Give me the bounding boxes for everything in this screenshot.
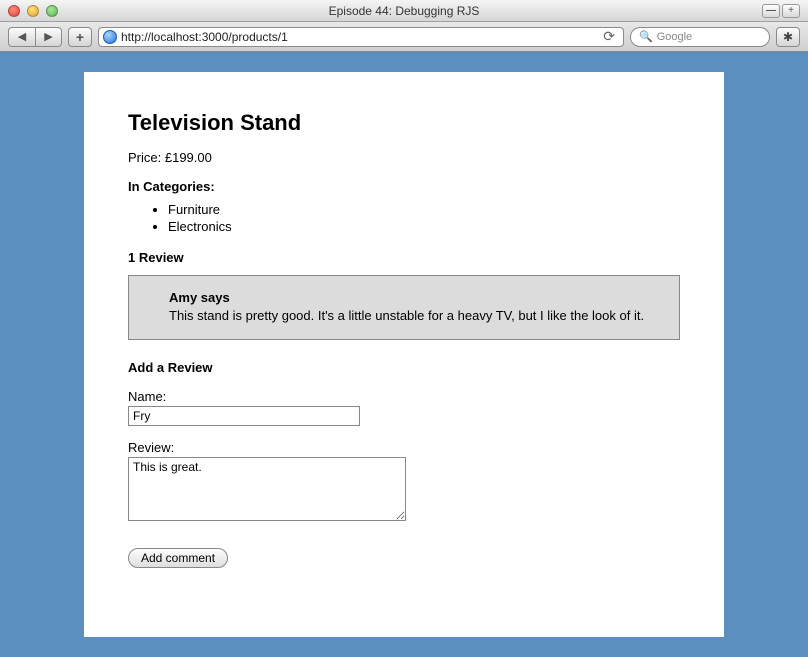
- review-label: Review:: [128, 440, 680, 455]
- url-bar[interactable]: ⟳: [98, 27, 624, 47]
- window-title: Episode 44: Debugging RJS: [0, 4, 808, 18]
- search-bar[interactable]: 🔍 Google: [630, 27, 770, 47]
- name-input[interactable]: [128, 406, 360, 426]
- review-body: This stand is pretty good. It's a little…: [169, 307, 647, 325]
- page-content: Television Stand Price: £199.00 In Categ…: [84, 72, 724, 637]
- review-textarea[interactable]: [128, 457, 406, 521]
- categories-list: Furniture Electronics: [168, 202, 680, 234]
- price-line: Price: £199.00: [128, 150, 680, 165]
- reviews-heading: 1 Review: [128, 250, 680, 265]
- list-item: Electronics: [168, 219, 680, 234]
- forward-icon: ▶: [44, 30, 52, 43]
- search-icon: 🔍: [639, 30, 653, 43]
- name-label: Name:: [128, 389, 680, 404]
- bug-report-button[interactable]: ✱: [776, 27, 800, 47]
- search-placeholder: Google: [657, 31, 692, 43]
- categories-heading: In Categories:: [128, 179, 680, 194]
- add-bookmark-button[interactable]: +: [68, 27, 92, 47]
- list-item: Furniture: [168, 202, 680, 217]
- bug-icon: ✱: [783, 30, 793, 44]
- reload-icon[interactable]: ⟳: [599, 28, 619, 45]
- minimize-window-button[interactable]: [27, 5, 39, 17]
- viewport: Television Stand Price: £199.00 In Categ…: [0, 52, 808, 657]
- price-label: Price:: [128, 150, 161, 165]
- product-title: Television Stand: [128, 110, 680, 136]
- review-author: Amy says: [169, 290, 647, 305]
- zoom-window-button[interactable]: [46, 5, 58, 17]
- url-input[interactable]: [121, 30, 595, 44]
- add-review-heading: Add a Review: [128, 360, 680, 375]
- price-value: £199.00: [165, 150, 212, 165]
- forward-button[interactable]: ▶: [35, 27, 62, 47]
- browser-toolbar: ◀ ▶ + ⟳ 🔍 Google ✱: [0, 22, 808, 52]
- new-tab-button[interactable]: +: [782, 4, 800, 18]
- back-button[interactable]: ◀: [8, 27, 35, 47]
- review-item: Amy says This stand is pretty good. It's…: [128, 275, 680, 340]
- globe-icon: [103, 30, 117, 44]
- add-comment-button[interactable]: Add comment: [128, 548, 228, 568]
- window-toggle-button[interactable]: —: [762, 4, 780, 18]
- window-titlebar: Episode 44: Debugging RJS — +: [0, 0, 808, 22]
- back-icon: ◀: [18, 30, 26, 43]
- close-window-button[interactable]: [8, 5, 20, 17]
